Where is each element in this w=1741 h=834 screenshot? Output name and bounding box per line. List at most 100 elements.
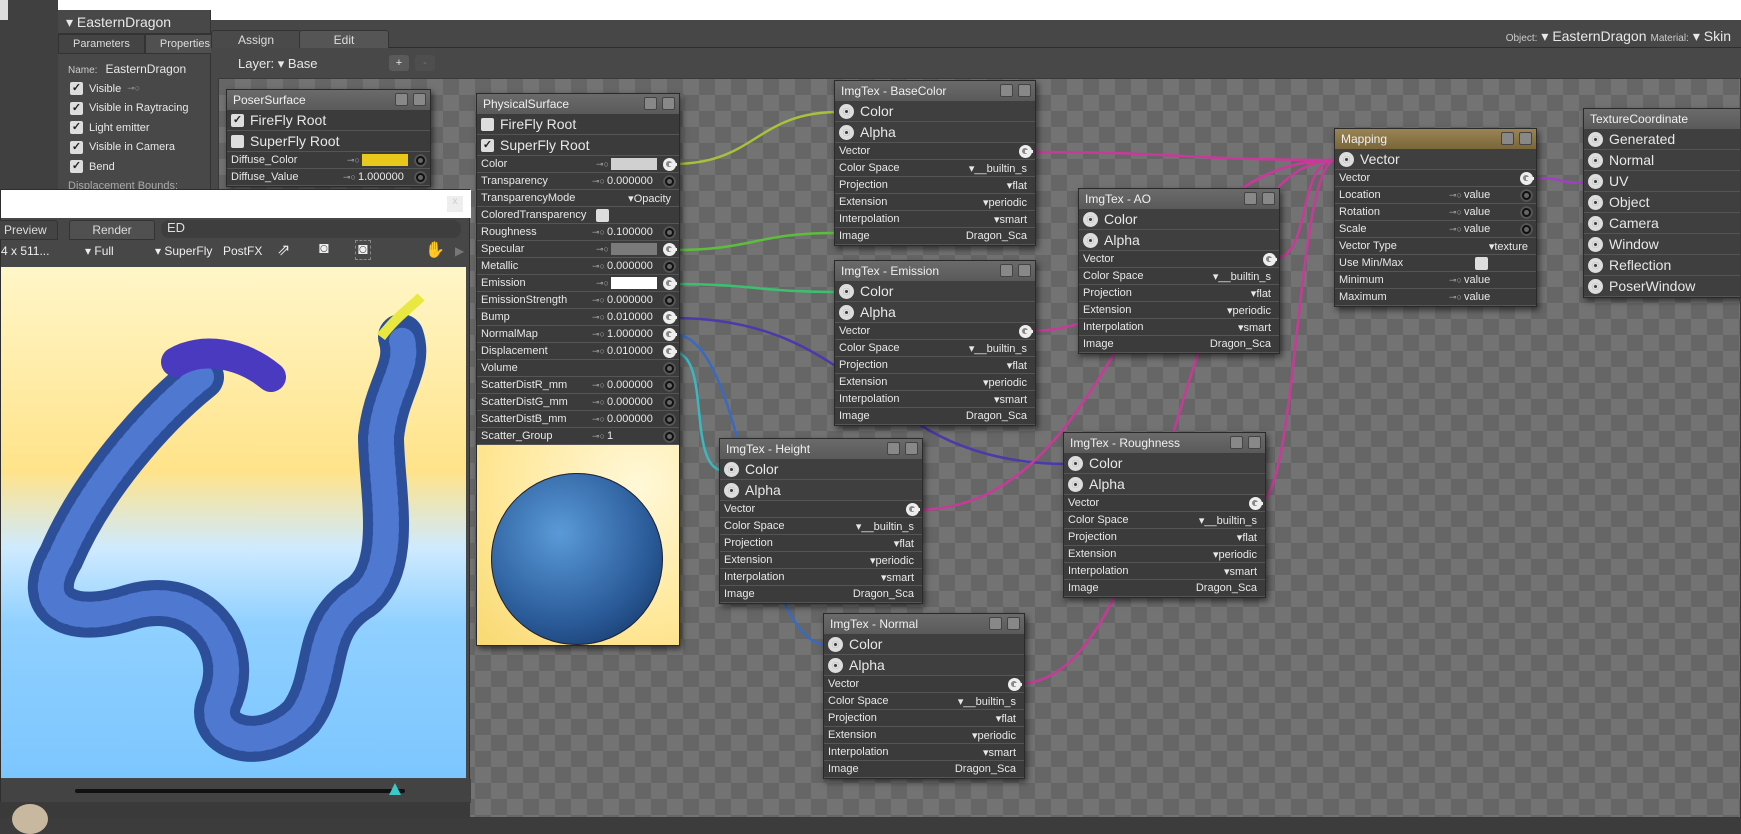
dropdown[interactable]: ▾periodic (1213, 548, 1257, 561)
input-socket-icon[interactable] (1588, 152, 1603, 168)
row-color[interactable]: Color (835, 281, 1035, 302)
preview-toggle-icon[interactable] (1262, 192, 1275, 205)
row-vector[interactable]: Vector (1335, 149, 1536, 170)
row-alpha[interactable]: Alpha (720, 480, 922, 501)
row-color-space[interactable]: Color Space ▾__builtin_s (835, 340, 1035, 357)
node-header[interactable]: ImgTex - Emission (835, 261, 1035, 281)
node-roughness[interactable]: ImgTex - Roughness Color Alpha Vector Color … (1063, 432, 1266, 598)
row-color-space[interactable]: Color Space ▾__builtin_s (720, 518, 922, 535)
row-emissionstrength[interactable]: EmissionStrength ⊸○ 0.000000 (477, 292, 679, 309)
dropdown[interactable]: ▾__builtin_s (969, 162, 1027, 175)
row-color-space[interactable]: Color Space ▾__builtin_s (824, 693, 1024, 710)
output-socket-icon[interactable] (414, 170, 427, 184)
key-icon[interactable]: ⊸○ (343, 172, 356, 183)
row-scatterdistb-mm[interactable]: ScatterDistB_mm ⊸○ 0.000000 (477, 411, 679, 428)
row-vector[interactable]: Vector (824, 676, 1024, 693)
linked-socket-icon[interactable] (1019, 324, 1033, 338)
input-socket-icon[interactable] (839, 283, 854, 299)
render-area-select[interactable]: ▾ Full (85, 244, 114, 258)
preview-toggle-icon[interactable] (1248, 436, 1261, 449)
image-name[interactable]: Dragon_Sca (966, 410, 1027, 422)
output-socket-icon[interactable] (414, 153, 427, 167)
row-extension[interactable]: Extension ▾periodic (835, 374, 1035, 391)
row-scatterdistg-mm[interactable]: ScatterDistG_mm ⊸○ 0.000000 (477, 394, 679, 411)
output-socket-icon[interactable] (663, 225, 676, 239)
input-socket-icon[interactable] (1339, 151, 1354, 167)
row-image[interactable]: Image Dragon_Sca (835, 408, 1035, 425)
row-use-min-max[interactable]: Use Min/Max (1335, 255, 1536, 272)
node-header[interactable]: Mapping (1335, 129, 1536, 149)
row-alpha[interactable]: Alpha (1064, 474, 1265, 495)
row-vector[interactable]: Vector (720, 501, 922, 518)
key-icon[interactable]: ⊸○ (347, 155, 360, 166)
checkbox-light-emitter[interactable]: ✓ Light emitter (70, 121, 150, 134)
output-socket-icon[interactable] (663, 361, 676, 375)
share-icon[interactable]: ⇗ (277, 240, 290, 260)
row-color-space[interactable]: Color Space ▾__builtin_s (1079, 268, 1279, 285)
row-image[interactable]: Image Dragon_Sca (1064, 580, 1265, 597)
list-icon[interactable] (395, 93, 408, 106)
row-alpha[interactable]: Alpha (824, 655, 1024, 676)
node-texcoord[interactable]: TextureCoordinate Generated Normal UV Object… (1583, 108, 1740, 298)
output-socket-icon[interactable] (663, 412, 676, 426)
list-icon[interactable] (1230, 436, 1243, 449)
row-interpolation[interactable]: Interpolation ▾smart (824, 744, 1024, 761)
row-transparency[interactable]: Transparency ⊸○ 0.000000 (477, 173, 679, 190)
linked-socket-icon[interactable] (663, 157, 677, 171)
row-location[interactable]: Location ⊸○ value (1335, 187, 1536, 204)
key-icon[interactable]: ⊸○ (1449, 224, 1462, 235)
node-poser[interactable]: PoserSurface ✓ FireFly Root SuperFly Root Di… (226, 89, 431, 187)
node-header[interactable]: PoserSurface (227, 90, 430, 110)
row-value[interactable]: value (1464, 223, 1514, 235)
output-socket-icon[interactable] (663, 395, 676, 409)
tab-assign[interactable]: Assign (211, 30, 301, 48)
preview-toggle-icon[interactable] (662, 97, 675, 110)
list-icon[interactable] (1501, 132, 1514, 145)
row-object[interactable]: Object (1584, 192, 1740, 213)
row-value[interactable]: 0.000000 (607, 294, 657, 306)
input-socket-icon[interactable] (1588, 257, 1603, 273)
row-extension[interactable]: Extension ▾periodic (1079, 302, 1279, 319)
preview-toggle-icon[interactable] (1519, 132, 1532, 145)
row-color[interactable]: Color (1064, 453, 1265, 474)
tab-render[interactable]: Render (69, 220, 155, 240)
row-interpolation[interactable]: Interpolation ▾smart (835, 211, 1035, 228)
row-value[interactable]: 1.000000 (607, 328, 657, 340)
preview-toggle-icon[interactable] (905, 442, 918, 455)
tab-edit[interactable]: Edit (299, 30, 389, 48)
check-icon[interactable]: ✓ (70, 160, 83, 173)
row-metallic[interactable]: Metallic ⊸○ 0.000000 (477, 258, 679, 275)
preview-toggle-icon[interactable] (1018, 264, 1031, 277)
list-icon[interactable] (644, 97, 657, 110)
key-icon[interactable]: ⊸○ (592, 346, 605, 357)
row-bump[interactable]: Bump ⊸○ 0.010000 (477, 309, 679, 326)
dropdown[interactable]: ▾periodic (983, 376, 1027, 389)
node-basecolor[interactable]: ImgTex - BaseColor Color Alpha Vector Color … (834, 80, 1036, 246)
row-value[interactable]: 0.010000 (607, 345, 657, 357)
row-color-space[interactable]: Color Space ▾__builtin_s (1064, 512, 1265, 529)
dropdown[interactable]: ▾flat (996, 712, 1016, 725)
node-header[interactable]: ImgTex - AO (1079, 189, 1279, 209)
row-superfly-root[interactable]: SuperFly Root (227, 131, 430, 152)
output-socket-icon[interactable] (663, 259, 676, 273)
checkbox[interactable] (1475, 256, 1488, 270)
row-projection[interactable]: Projection ▾flat (1079, 285, 1279, 302)
row-color[interactable]: Color (720, 459, 922, 480)
row-projection[interactable]: Projection ▾flat (720, 535, 922, 552)
key-icon[interactable]: ⊸○ (1449, 275, 1462, 286)
row-vector[interactable]: Vector (1079, 251, 1279, 268)
row-camera[interactable]: Camera (1584, 213, 1740, 234)
check-icon[interactable]: ✓ (70, 82, 83, 95)
play-arrow-icon[interactable]: ▶ (455, 244, 464, 258)
dropdown[interactable]: ▾smart (983, 746, 1016, 759)
node-height[interactable]: ImgTex - Height Color Alpha Vector Color Spa… (719, 438, 923, 604)
key-icon[interactable]: ⊸○ (592, 380, 605, 391)
row-alpha[interactable]: Alpha (835, 302, 1035, 323)
frame-slider[interactable] (75, 783, 405, 795)
input-socket-icon[interactable] (1588, 194, 1603, 210)
row-vector-type[interactable]: Vector Type ▾texture (1335, 238, 1536, 255)
dropdown[interactable]: ▾flat (1251, 287, 1271, 300)
checkbox[interactable] (231, 134, 244, 148)
image-name[interactable]: Dragon_Sca (1196, 582, 1257, 594)
node-header[interactable]: TextureCoordinate (1584, 109, 1740, 129)
